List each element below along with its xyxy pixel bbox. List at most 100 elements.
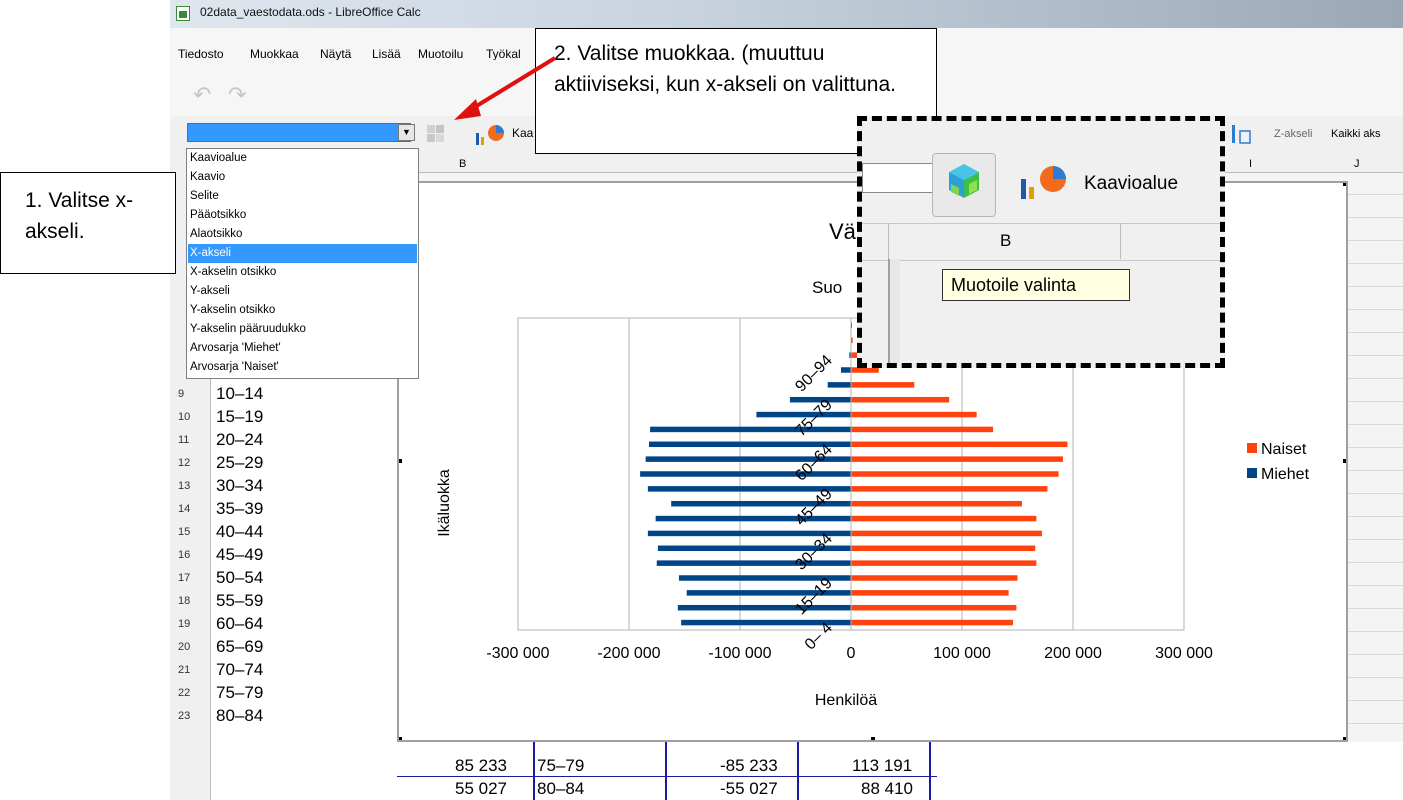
selection-handle[interactable] — [1343, 737, 1347, 741]
bar-naiset[interactable] — [851, 575, 1018, 581]
column-i-header[interactable]: I — [1249, 158, 1252, 170]
cell-age-group[interactable]: 20–24 — [216, 430, 263, 450]
cell-age-group[interactable]: 35–39 — [216, 499, 263, 519]
cell-e23[interactable]: 88 410 — [861, 779, 913, 799]
bar-naiset[interactable] — [851, 396, 950, 403]
z-axis-label[interactable]: Z-akseli — [1274, 128, 1313, 140]
dropdown-option[interactable]: Arvosarja 'Miehet' — [188, 339, 417, 358]
dropdown-option[interactable]: Y-akselin otsikko — [188, 301, 417, 320]
bar-miehet[interactable] — [827, 382, 851, 388]
row-number[interactable]: 16 — [178, 549, 190, 561]
menu-tiedosto[interactable]: Tiedosto — [178, 47, 224, 61]
dropdown-option[interactable]: X-akselin otsikko — [188, 263, 417, 282]
row-number[interactable]: 10 — [178, 411, 190, 423]
bar-naiset[interactable] — [851, 411, 977, 418]
cell-b23[interactable]: 55 027 — [455, 779, 507, 799]
dropdown-option[interactable]: Arvosarja 'Naiset' — [188, 358, 417, 377]
cell-age-group[interactable]: 80–84 — [216, 706, 263, 726]
chart-element-select[interactable] — [187, 123, 411, 142]
bar-naiset[interactable] — [851, 382, 915, 388]
menu-nayta[interactable]: Näytä — [320, 47, 351, 61]
cell-age-group[interactable]: 65–69 — [216, 637, 263, 657]
bar-naiset[interactable] — [851, 515, 1037, 522]
undo-icon[interactable]: ↶ — [193, 82, 211, 108]
bar-miehet[interactable] — [655, 515, 851, 522]
bar-naiset[interactable] — [851, 560, 1037, 566]
row-number[interactable]: 12 — [178, 457, 190, 469]
bar-miehet[interactable] — [640, 471, 851, 477]
selection-handle[interactable] — [398, 459, 402, 463]
cell-age-group[interactable]: 15–19 — [216, 407, 263, 427]
row-number[interactable]: 22 — [178, 687, 190, 699]
cell-age-group[interactable]: 10–14 — [216, 384, 263, 404]
chart-title[interactable]: Vä — [829, 219, 857, 244]
cell-age-group[interactable]: 40–44 — [216, 522, 263, 542]
chart-element-dropdown-list[interactable]: Kaavioalue Kaavio Selite Pääotsikko Alaotsik… — [186, 148, 419, 379]
cell-c23[interactable]: 80–84 — [537, 779, 584, 799]
bar-naiset[interactable] — [851, 456, 1064, 462]
bar-miehet[interactable] — [677, 604, 851, 611]
bar-naiset[interactable] — [851, 619, 1014, 626]
bar-naiset[interactable] — [851, 486, 1048, 492]
cell-d23[interactable]: -55 027 — [720, 779, 778, 799]
chart-legend[interactable]: Naiset Miehet — [1247, 441, 1310, 483]
cell-age-group[interactable]: 75–79 — [216, 683, 263, 703]
chart-subtitle[interactable]: Suo — [812, 278, 842, 297]
bar-naiset[interactable] — [851, 604, 1017, 611]
row-number[interactable]: 15 — [178, 526, 190, 538]
y-axis-title[interactable]: Ikäluokka — [436, 469, 453, 537]
row-number[interactable]: 9 — [178, 388, 184, 400]
cell-d22[interactable]: -85 233 — [720, 756, 778, 776]
row-number[interactable]: 13 — [178, 480, 190, 492]
dropdown-option[interactable]: Selite — [188, 187, 417, 206]
selection-handle[interactable] — [398, 737, 402, 741]
row-number[interactable]: 11 — [178, 434, 189, 446]
cell-age-group[interactable]: 45–49 — [216, 545, 263, 565]
column-b-header[interactable]: B — [459, 158, 466, 170]
cell-age-group[interactable]: 60–64 — [216, 614, 263, 634]
redo-icon[interactable]: ↷ — [228, 82, 246, 108]
menu-muokkaa[interactable]: Muokkaa — [250, 47, 299, 61]
cell-age-group[interactable]: 55–59 — [216, 591, 263, 611]
row-number[interactable]: 21 — [178, 664, 190, 676]
row-number[interactable]: 19 — [178, 618, 190, 630]
row-number[interactable]: 20 — [178, 641, 190, 653]
bar-naiset[interactable] — [851, 500, 1022, 507]
dropdown-option[interactable]: X-akseli — [188, 244, 417, 263]
dropdown-option[interactable]: Kaavioalue — [188, 149, 417, 168]
cell-age-group[interactable]: 50–54 — [216, 568, 263, 588]
bar-naiset[interactable] — [851, 441, 1068, 448]
cell-age-group[interactable]: 70–74 — [216, 660, 263, 680]
cell-e22[interactable]: 113 191 — [852, 756, 912, 776]
dropdown-option[interactable]: Y-akseli — [188, 282, 417, 301]
selection-handle[interactable] — [1343, 182, 1347, 186]
row-number[interactable]: 18 — [178, 595, 190, 607]
bar-naiset[interactable] — [851, 530, 1042, 537]
bar-naiset[interactable] — [851, 471, 1059, 477]
dropdown-option[interactable]: Alaotsikko — [188, 225, 417, 244]
dropdown-option[interactable]: Pääotsikko — [188, 206, 417, 225]
row-number[interactable]: 23 — [178, 710, 190, 722]
bar-naiset[interactable] — [851, 367, 879, 373]
bar-naiset[interactable] — [851, 590, 1009, 596]
bar-naiset[interactable] — [851, 426, 994, 433]
column-j-header[interactable]: J — [1354, 158, 1360, 170]
bar-miehet[interactable] — [656, 560, 851, 566]
z-axis-icon[interactable] — [1230, 121, 1258, 145]
selection-handle[interactable] — [871, 737, 875, 741]
cell-age-group[interactable]: 30–34 — [216, 476, 263, 496]
chevron-down-icon[interactable]: ▼ — [398, 124, 415, 141]
cell-c22[interactable]: 75–79 — [537, 756, 584, 776]
menu-lisaa[interactable]: Lisää — [372, 47, 401, 61]
row-number[interactable]: 17 — [178, 572, 190, 584]
bar-miehet[interactable] — [841, 367, 851, 373]
x-axis-title[interactable]: Henkilöä — [815, 692, 877, 709]
cell-age-group[interactable]: 25–29 — [216, 453, 263, 473]
all-axes-label[interactable]: Kaikki aks — [1331, 128, 1381, 140]
bar-miehet[interactable] — [650, 426, 851, 433]
row-number[interactable]: 14 — [178, 503, 190, 515]
dropdown-option[interactable]: Y-akselin pääruudukko — [188, 320, 417, 339]
dropdown-option[interactable]: Kaavio — [188, 168, 417, 187]
bar-naiset[interactable] — [851, 545, 1036, 552]
cell-b22[interactable]: 85 233 — [455, 756, 507, 776]
